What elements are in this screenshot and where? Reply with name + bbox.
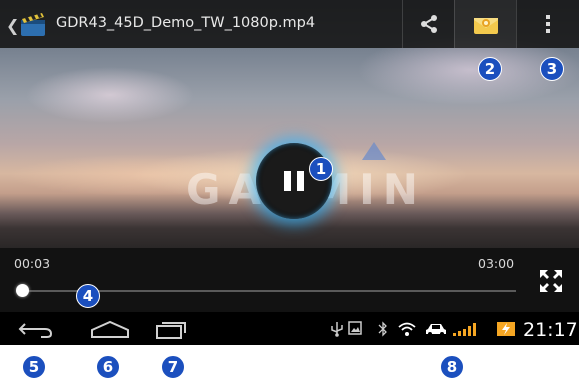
action-bar: ❮ GDR43_45D_Demo_TW_1080p.mp4 bbox=[0, 0, 579, 48]
system-navigation-bar: 21:17 bbox=[0, 312, 579, 345]
callout-8: 8 bbox=[440, 355, 464, 379]
pause-button[interactable] bbox=[256, 143, 332, 219]
current-time: 00:03 bbox=[14, 256, 51, 271]
callout-1: 1 bbox=[309, 157, 333, 181]
video-app-icon[interactable] bbox=[20, 11, 46, 37]
callout-3: 3 bbox=[540, 57, 564, 81]
total-time: 03:00 bbox=[478, 256, 515, 271]
inbox-button[interactable] bbox=[454, 0, 516, 48]
callout-6: 6 bbox=[96, 355, 120, 379]
fullscreen-icon[interactable] bbox=[538, 268, 564, 294]
inbox-icon bbox=[473, 18, 498, 34]
image-icon bbox=[348, 321, 362, 335]
battery-charging-icon bbox=[497, 322, 515, 336]
recent-apps-icon bbox=[156, 321, 186, 339]
share-icon bbox=[420, 15, 437, 33]
seek-thumb[interactable] bbox=[16, 284, 29, 297]
back-icon bbox=[18, 322, 53, 338]
back-button[interactable] bbox=[6, 312, 66, 345]
pause-icon-bar bbox=[297, 171, 304, 191]
wifi-icon bbox=[398, 322, 416, 336]
callout-5: 5 bbox=[22, 355, 46, 379]
watermark-triangle-icon bbox=[362, 142, 386, 160]
pause-icon bbox=[284, 171, 291, 191]
car-icon bbox=[426, 324, 446, 336]
home-icon bbox=[91, 320, 129, 338]
status-clock: 21:17 bbox=[523, 319, 578, 341]
up-navigation-icon[interactable]: ❮ bbox=[6, 16, 19, 35]
callout-4: 4 bbox=[76, 284, 100, 308]
file-title: GDR43_45D_Demo_TW_1080p.mp4 bbox=[56, 15, 316, 31]
usb-icon bbox=[331, 322, 343, 337]
signal-icon bbox=[453, 323, 476, 336]
bluetooth-icon bbox=[378, 321, 387, 337]
callout-7: 7 bbox=[161, 355, 185, 379]
share-button[interactable] bbox=[402, 0, 454, 48]
callout-2: 2 bbox=[478, 57, 502, 81]
home-button[interactable] bbox=[80, 312, 140, 345]
overflow-menu-icon bbox=[546, 15, 550, 33]
recent-apps-button[interactable] bbox=[142, 312, 202, 345]
overflow-menu-button[interactable] bbox=[516, 0, 579, 48]
